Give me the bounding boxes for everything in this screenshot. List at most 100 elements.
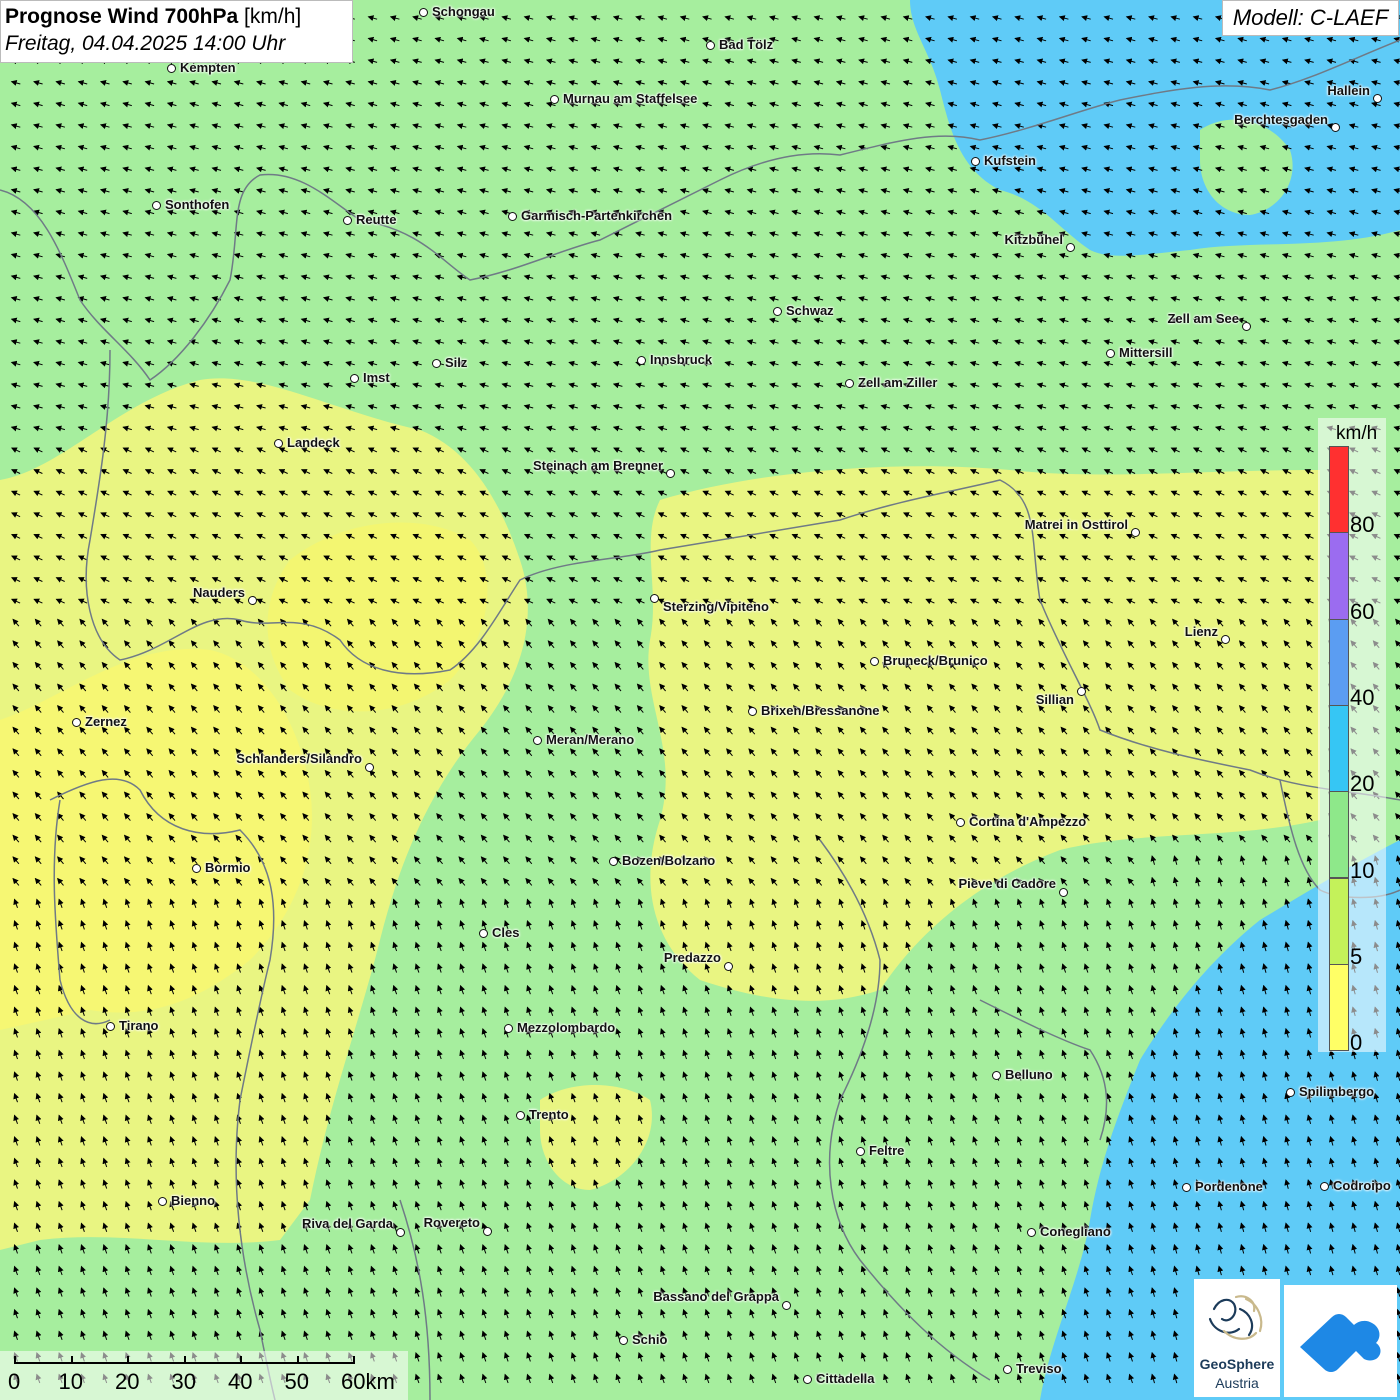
city-label: Lienz: [1184, 624, 1218, 639]
city-label: Belluno: [1005, 1067, 1053, 1082]
city-marker: [152, 201, 161, 210]
scale-tick: [14, 1356, 16, 1364]
city-marker: [856, 1147, 865, 1156]
scale-tick: [240, 1356, 242, 1364]
city-marker: [72, 718, 81, 727]
city-label: Trento: [529, 1107, 569, 1122]
city-label: Codroipo: [1333, 1178, 1391, 1193]
city-marker: [1077, 687, 1086, 696]
city-label: Mezzolombardo: [517, 1020, 616, 1035]
city-marker: [971, 157, 980, 166]
city-label: Matrei in Osttirol: [1024, 517, 1128, 532]
city-label: Mittersill: [1119, 345, 1173, 360]
city-label: Kufstein: [984, 153, 1036, 168]
color-legend: km/h 80 60 40 20 10 5 0: [1318, 418, 1386, 1056]
city-label: Bassano del Grappa: [653, 1289, 779, 1304]
scale-label: 50: [284, 1369, 309, 1394]
legend-tick-label: 40: [1350, 684, 1375, 710]
city-label: Nauders: [192, 585, 245, 600]
city-marker: [479, 929, 488, 938]
city-marker: [508, 212, 517, 221]
city-marker: [619, 1336, 628, 1345]
city-label: Schwaz: [786, 303, 834, 318]
city-marker: [773, 307, 782, 316]
city-label: Cittadella: [816, 1371, 875, 1386]
city-label: Steinach am Brenner: [532, 458, 663, 473]
geosphere-emblem-icon: [1208, 1295, 1263, 1340]
legend-color-swatch: [1329, 963, 1349, 1052]
city-label: Berchtesgaden: [1234, 112, 1328, 127]
city-marker: [706, 41, 715, 50]
city-marker: [396, 1228, 405, 1237]
city-marker: [666, 469, 675, 478]
title-box: Prognose Wind 700hPa [km/h] Freitag, 04.…: [0, 0, 353, 63]
city-label: Meran/Merano: [546, 732, 635, 747]
city-marker: [419, 8, 428, 17]
city-label: Schlanders/Silandro: [236, 751, 362, 766]
city-marker: [992, 1071, 1001, 1080]
city-label: Bozen/Bolzano: [622, 853, 716, 868]
legend-unit: km/h: [1336, 423, 1378, 444]
city-label: Pieve di Cadore: [958, 876, 1056, 891]
city-marker: [550, 95, 559, 104]
city-label: Garmisch-Partenkirchen: [521, 208, 673, 223]
legend-tick-label: 10: [1350, 857, 1375, 883]
legend-tick-label: 20: [1350, 771, 1375, 797]
scale-label: 30: [171, 1369, 196, 1394]
city-label: Sonthofen: [165, 197, 230, 212]
scale-tick: [353, 1356, 355, 1364]
city-marker: [1066, 243, 1075, 252]
city-label: Kempten: [180, 60, 236, 75]
city-label: Kitzbühel: [1004, 232, 1064, 247]
legend-tick-label: 60: [1350, 598, 1375, 624]
city-marker: [1373, 94, 1382, 103]
wind-map[interactable]: Prognose Wind 700hPa [km/h] Freitag, 04.…: [0, 0, 1400, 1400]
scale-label: 40: [228, 1369, 253, 1394]
city-label: Rovereto: [423, 1215, 480, 1230]
city-label: Hallein: [1327, 83, 1370, 98]
city-label: Bormio: [205, 860, 251, 875]
geosphere-name: GeoSphere: [1199, 1356, 1275, 1372]
city-marker: [274, 439, 283, 448]
city-marker: [724, 962, 733, 971]
map-title: Prognose Wind 700hPa [km/h]: [5, 5, 302, 28]
city-label: Zell am Ziller: [858, 375, 938, 390]
city-marker: [803, 1375, 812, 1384]
city-marker: [365, 763, 374, 772]
city-label: Reutte: [356, 212, 397, 227]
scale-label: 60km: [341, 1369, 395, 1394]
model-label: Modell: C-LAEF: [1222, 0, 1399, 36]
city-marker: [483, 1227, 492, 1236]
city-marker: [845, 379, 854, 388]
city-marker: [1131, 528, 1140, 537]
city-marker: [432, 359, 441, 368]
legend-tick-label: 5: [1350, 943, 1363, 969]
city-marker: [1286, 1088, 1295, 1097]
partner-logo: [1284, 1285, 1397, 1397]
city-marker: [748, 707, 757, 716]
scale-label: 10: [58, 1369, 83, 1394]
city-label: Sterzing/Vipiteno: [663, 599, 769, 614]
city-marker: [1331, 123, 1340, 132]
city-marker: [650, 594, 659, 603]
city-marker: [158, 1197, 167, 1206]
scale-bar: 0 10 20 30 40 50 60km: [0, 1351, 408, 1400]
city-marker: [870, 657, 879, 666]
city-label: Pordenone: [1195, 1179, 1263, 1194]
city-marker: [106, 1022, 115, 1031]
city-label: Innsbruck: [650, 352, 713, 367]
city-label: Sillian: [1035, 692, 1074, 707]
forecast-datetime: Freitag, 04.04.2025 14:00 Uhr: [5, 32, 286, 55]
city-marker: [1106, 349, 1115, 358]
legend-tick-label: 0: [1350, 1030, 1363, 1056]
legend-color-swatch: [1329, 877, 1349, 965]
city-marker: [533, 736, 542, 745]
geosphere-country: Austria: [1215, 1375, 1259, 1391]
city-marker: [350, 374, 359, 383]
city-marker: [248, 596, 257, 605]
city-label: Tirano: [119, 1018, 159, 1033]
city-marker: [343, 216, 352, 225]
city-label: Bad Tölz: [719, 37, 774, 52]
city-label: Bienno: [171, 1193, 216, 1208]
city-label: Predazzo: [663, 950, 721, 965]
